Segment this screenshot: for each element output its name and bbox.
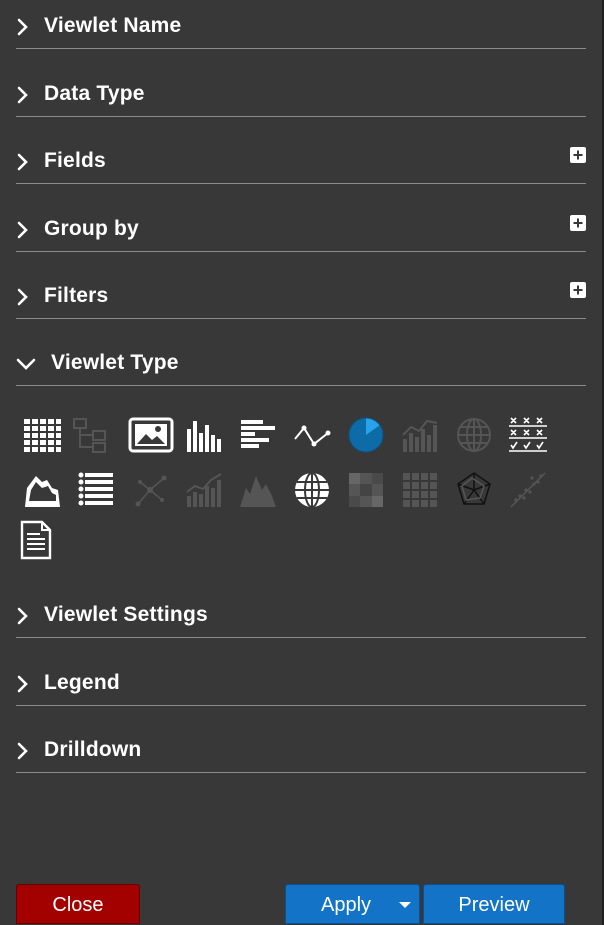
network-graph-icon	[130, 470, 170, 510]
section-title: Data Type	[44, 82, 145, 105]
line-chart-icon[interactable]	[292, 415, 332, 455]
grid-matrix-icon	[400, 470, 440, 510]
section-title: Fields	[44, 149, 106, 172]
bar-line-chart-icon	[184, 470, 224, 510]
section-title: Viewlet Type	[51, 351, 179, 374]
chevron-down-icon	[16, 358, 36, 370]
column-chart-icon[interactable]	[184, 415, 224, 455]
add-field-button[interactable]	[570, 147, 586, 163]
checklist-matrix-icon[interactable]	[508, 415, 548, 455]
chevron-right-icon	[17, 288, 28, 306]
chevron-right-icon	[17, 742, 28, 760]
chevron-right-icon	[17, 86, 28, 104]
section-filters[interactable]: Filters	[16, 274, 586, 319]
section-drilldown[interactable]: Drilldown	[16, 728, 586, 773]
mountain-chart-icon	[238, 470, 278, 510]
chevron-right-icon	[17, 675, 28, 693]
section-title: Group by	[44, 217, 139, 240]
pie-chart-icon[interactable]	[346, 415, 386, 455]
section-viewlet-type[interactable]: Viewlet Type	[16, 341, 586, 386]
caret-down-icon[interactable]	[399, 902, 411, 908]
grid-table-icon[interactable]	[22, 415, 62, 455]
section-title: Drilldown	[44, 738, 142, 761]
section-title: Filters	[44, 284, 109, 307]
apply-button[interactable]: Apply	[285, 884, 420, 924]
tree-hierarchy-icon	[71, 415, 111, 455]
document-icon[interactable]	[16, 520, 56, 560]
section-title: Legend	[44, 671, 120, 694]
section-title: Viewlet Name	[44, 14, 182, 37]
image-icon[interactable]	[128, 415, 174, 455]
combo-chart-icon	[400, 415, 440, 455]
area-chart-icon[interactable]	[22, 470, 62, 510]
viewlet-editor-panel: Viewlet Name Data Type Fields Group by F…	[0, 0, 604, 925]
section-data-type[interactable]: Data Type	[16, 72, 586, 117]
section-viewlet-settings[interactable]: Viewlet Settings	[16, 593, 586, 638]
plus-icon	[573, 150, 583, 160]
plus-icon	[573, 218, 583, 228]
preview-button[interactable]: Preview	[423, 884, 565, 924]
close-button[interactable]: Close	[16, 884, 140, 924]
bar-chart-icon[interactable]	[238, 415, 278, 455]
chevron-right-icon	[17, 607, 28, 625]
chevron-right-icon	[17, 221, 28, 239]
plus-icon	[573, 285, 583, 295]
section-fields[interactable]: Fields	[16, 139, 586, 184]
globe-map-icon	[454, 415, 494, 455]
section-title: Viewlet Settings	[44, 603, 208, 626]
add-filter-button[interactable]	[570, 282, 586, 298]
heatmap-icon	[346, 470, 386, 510]
globe-map-icon[interactable]	[292, 470, 332, 510]
section-group-by[interactable]: Group by	[16, 207, 586, 252]
list-icon[interactable]	[76, 470, 116, 510]
section-legend[interactable]: Legend	[16, 661, 586, 706]
add-group-by-button[interactable]	[570, 215, 586, 231]
apply-button-label: Apply	[320, 894, 372, 916]
radar-chart-icon	[454, 470, 494, 510]
scatter-chart-icon	[508, 470, 548, 510]
section-viewlet-name[interactable]: Viewlet Name	[16, 4, 586, 49]
chevron-right-icon	[17, 18, 28, 36]
chevron-right-icon	[17, 153, 28, 171]
